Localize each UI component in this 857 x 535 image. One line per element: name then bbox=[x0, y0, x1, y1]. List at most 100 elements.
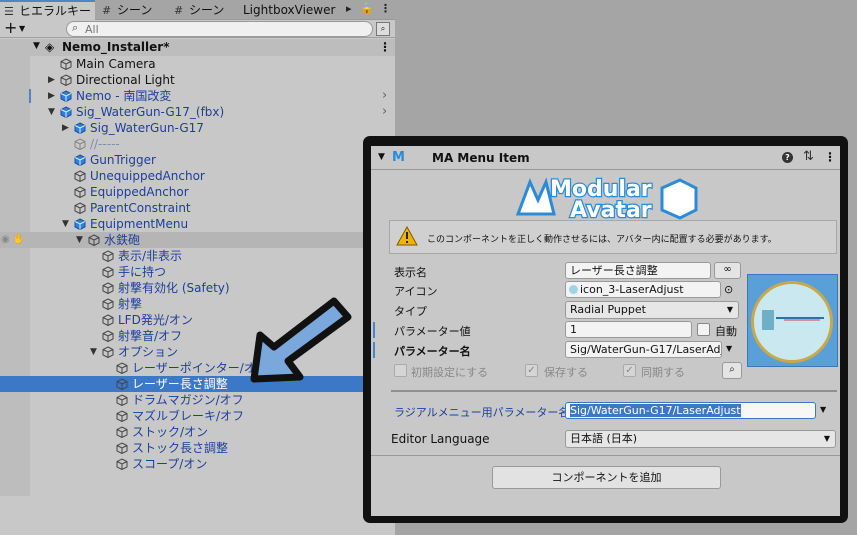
default-label: 初期設定にする bbox=[411, 366, 489, 379]
expand-right-icon[interactable]: ▶ bbox=[62, 120, 72, 136]
gameobject-cube-icon bbox=[88, 234, 100, 247]
display-name-sync-button[interactable]: ∞ bbox=[714, 262, 741, 279]
expand-down-icon[interactable]: ▼ bbox=[90, 344, 100, 360]
hierarchy-row-label: Main Camera bbox=[76, 57, 156, 71]
saved-checkbox[interactable]: ✓ bbox=[525, 364, 538, 377]
help-icon[interactable]: ? bbox=[782, 152, 793, 163]
icon-label: アイコン bbox=[394, 285, 438, 298]
hierarchy-row[interactable]: 手に持つ bbox=[0, 264, 395, 280]
component-menu-icon[interactable]: ⋮ bbox=[824, 150, 836, 164]
radial-param-row: ラジアルメニュー用パラメーター名 Sig/WaterGun-G17/LaserA… bbox=[371, 402, 840, 420]
hierarchy-row[interactable]: ▶ Directional Light bbox=[0, 72, 395, 88]
expand-down-icon[interactable]: ▼ bbox=[62, 216, 72, 232]
tab-menu-icon[interactable]: ⋮ bbox=[380, 2, 391, 15]
search-icon: ⌕ bbox=[729, 364, 735, 375]
radial-param-dropdown-icon[interactable]: ▼ bbox=[820, 405, 826, 414]
open-prefab-chevron-icon[interactable]: › bbox=[382, 104, 387, 120]
hierarchy-row-label: UnequippedAnchor bbox=[90, 169, 205, 183]
hierarchy-row[interactable]: ▶ Nemo - 南国改変 › bbox=[0, 88, 395, 104]
hierarchy-row[interactable]: 射撃有効化 (Safety) bbox=[0, 280, 395, 296]
gameobject-cube-icon bbox=[60, 58, 72, 71]
hierarchy-row[interactable]: 表示/非表示 bbox=[0, 248, 395, 264]
scene-menu-icon[interactable]: ⋮ bbox=[379, 40, 391, 54]
param-name-dropdown-icon[interactable]: ▼ bbox=[726, 344, 732, 353]
display-name-field[interactable]: レーザー長さ調整 bbox=[565, 262, 711, 279]
tab-lightboxviewer[interactable]: LightboxViewer bbox=[243, 0, 343, 20]
add-icon[interactable]: + bbox=[4, 18, 17, 37]
search-icon: ⌕ bbox=[72, 21, 79, 34]
chevron-down-icon[interactable]: ▼ bbox=[19, 24, 25, 33]
lock-icon[interactable]: 🔒 bbox=[360, 2, 374, 15]
hierarchy-row-label: GunTrigger bbox=[90, 153, 156, 167]
gameobject-cube-icon bbox=[102, 346, 114, 359]
expand-down-icon[interactable]: ▼ bbox=[33, 41, 40, 51]
search-input[interactable] bbox=[85, 22, 365, 36]
hierarchy-row-label: ストック長さ調整 bbox=[132, 441, 229, 455]
override-marker bbox=[373, 322, 375, 338]
hierarchy-row[interactable]: スコープ/オン bbox=[0, 456, 395, 472]
hierarchy-row[interactable]: ▼ Sig_WaterGun-G17_(fbx) › bbox=[0, 104, 395, 120]
hierarchy-row[interactable]: ストック/オン bbox=[0, 424, 395, 440]
hierarchy-row[interactable]: ドラムマガジン/オフ bbox=[0, 392, 395, 408]
tab-bar: ☰ ヒエラルキー # シーン # シーン LightboxViewer ▸ 🔒 ⋮ bbox=[0, 0, 395, 20]
radial-param-field[interactable]: Sig/WaterGun-G17/LaserAdjust bbox=[565, 402, 816, 419]
hierarchy-row[interactable]: UnequippedAnchor bbox=[0, 168, 395, 184]
gameobject-cube-icon bbox=[116, 362, 128, 375]
prefab-cube-icon bbox=[60, 90, 72, 103]
tab-hierarchy[interactable]: ☰ ヒエラルキー bbox=[0, 0, 95, 20]
hierarchy-row[interactable]: EquippedAnchor bbox=[0, 184, 395, 200]
scene-header[interactable]: ▼ ◈ Nemo_Installer* ⋮ bbox=[0, 39, 395, 56]
hierarchy-row[interactable]: ストック長さ調整 bbox=[0, 440, 395, 456]
visibility-icon[interactable]: ◉ ✋ bbox=[1, 232, 25, 248]
hierarchy-row[interactable]: GunTrigger bbox=[0, 152, 395, 168]
expand-right-icon[interactable]: ▶ bbox=[48, 88, 58, 104]
component-header[interactable]: ▼ M MA Menu Item ? ⇅ ⋮ bbox=[371, 146, 840, 170]
auto-checkbox[interactable] bbox=[697, 323, 710, 336]
hierarchy-row-label: ドラムマガジン/オフ bbox=[132, 393, 244, 407]
search-box[interactable]: ⌕ bbox=[66, 21, 373, 37]
editor-language-dropdown[interactable]: 日本語 (日本) ▼ bbox=[565, 430, 836, 448]
expand-right-icon[interactable]: ▶ bbox=[48, 72, 58, 88]
search-options-icon[interactable]: ⌕ bbox=[376, 22, 390, 36]
hierarchy-row[interactable]: ◉ ✋ ▼ 水鉄砲 bbox=[0, 232, 395, 248]
object-picker-icon[interactable]: ⊙ bbox=[724, 283, 733, 296]
type-value: Radial Puppet bbox=[570, 303, 646, 316]
open-prefab-chevron-icon[interactable]: › bbox=[382, 88, 387, 104]
gameobject-cube-icon bbox=[102, 266, 114, 279]
tab-scene-1[interactable]: # シーン bbox=[98, 0, 168, 20]
hierarchy-row[interactable]: Main Camera bbox=[0, 56, 395, 72]
expand-down-icon[interactable]: ▼ bbox=[48, 104, 58, 120]
tab-overflow-icon[interactable]: ▸ bbox=[346, 2, 352, 15]
gameobject-cube-icon bbox=[74, 138, 86, 151]
synced-checkbox[interactable]: ✓ bbox=[623, 364, 636, 377]
param-value-field[interactable]: 1 bbox=[565, 321, 692, 338]
icon-object-field[interactable]: icon_3-LaserAdjust bbox=[565, 281, 721, 298]
add-component-button[interactable]: コンポーネントを追加 bbox=[492, 466, 721, 489]
gameobject-cube-icon bbox=[60, 74, 72, 87]
gameobject-cube-icon bbox=[116, 442, 128, 455]
gameobject-cube-icon bbox=[116, 394, 128, 407]
default-checkbox[interactable] bbox=[394, 364, 407, 377]
expand-down-icon[interactable]: ▼ bbox=[76, 232, 86, 248]
collapse-icon[interactable]: ▼ bbox=[378, 152, 385, 162]
warning-icon bbox=[396, 226, 418, 246]
gameobject-cube-icon bbox=[102, 282, 114, 295]
hierarchy-row[interactable]: ParentConstraint bbox=[0, 200, 395, 216]
radial-param-value: Sig/WaterGun-G17/LaserAdjust bbox=[570, 404, 741, 417]
hash-icon: # bbox=[102, 4, 112, 17]
param-name-field[interactable]: Sig/WaterGun-G17/LaserAdji bbox=[565, 341, 722, 358]
type-dropdown[interactable]: Radial Puppet ▼ bbox=[565, 301, 739, 319]
hierarchy-row[interactable]: マズルブレーキ/オフ bbox=[0, 408, 395, 424]
prefab-cube-icon bbox=[74, 122, 86, 135]
prefab-cube-icon bbox=[74, 218, 86, 231]
scene-name: Nemo_Installer* bbox=[62, 40, 170, 54]
icon-preview bbox=[747, 274, 838, 367]
hierarchy-row[interactable]: //----- bbox=[0, 136, 395, 152]
component-title: MA Menu Item bbox=[432, 151, 530, 165]
preset-icon[interactable]: ⇅ bbox=[803, 149, 814, 164]
hierarchy-row[interactable]: ▼ EquipmentMenu bbox=[0, 216, 395, 232]
tab-scene-2[interactable]: # シーン bbox=[170, 0, 240, 20]
search-param-button[interactable]: ⌕ bbox=[722, 362, 742, 379]
hierarchy-row[interactable]: ▶ Sig_WaterGun-G17 bbox=[0, 120, 395, 136]
hierarchy-row-label: Sig_WaterGun-G17 bbox=[90, 121, 204, 135]
